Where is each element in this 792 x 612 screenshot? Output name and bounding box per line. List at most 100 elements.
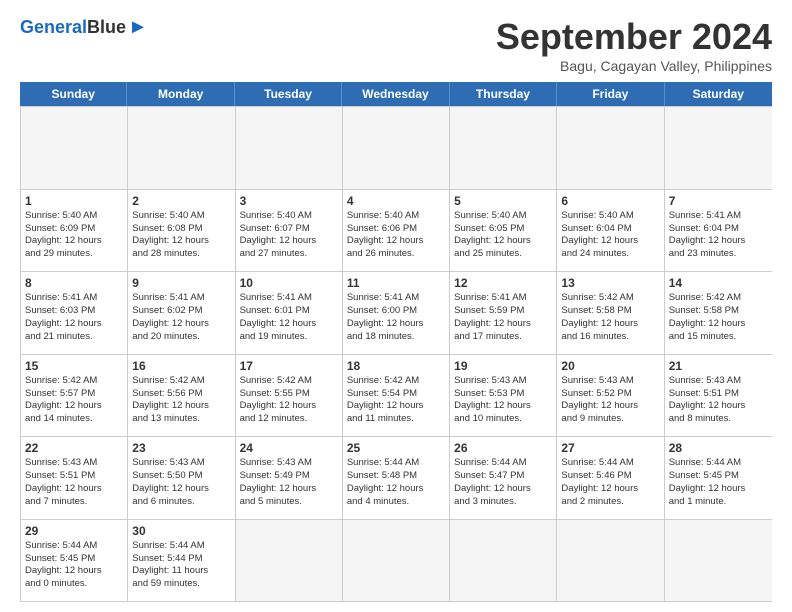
cell-line: Sunset: 5:52 PM: [561, 388, 659, 401]
cell-line: Sunrise: 5:40 AM: [454, 210, 552, 223]
cell-line: Sunset: 6:04 PM: [669, 223, 768, 236]
calendar-cell: 29Sunrise: 5:44 AMSunset: 5:45 PMDayligh…: [21, 520, 128, 602]
calendar-cell: 11Sunrise: 5:41 AMSunset: 6:00 PMDayligh…: [343, 272, 450, 354]
calendar-header-day: Wednesday: [342, 82, 449, 106]
calendar-cell: 28Sunrise: 5:44 AMSunset: 5:45 PMDayligh…: [665, 437, 772, 519]
cell-line: Daylight: 12 hours: [240, 318, 338, 331]
cell-line: and 17 minutes.: [454, 331, 552, 344]
day-number: 5: [454, 193, 552, 209]
cell-line: Sunrise: 5:40 AM: [561, 210, 659, 223]
cell-line: Sunset: 6:04 PM: [561, 223, 659, 236]
cell-line: Sunrise: 5:42 AM: [669, 292, 768, 305]
calendar-header-day: Thursday: [450, 82, 557, 106]
cell-line: Sunset: 5:51 PM: [25, 470, 123, 483]
calendar-header-day: Sunday: [20, 82, 127, 106]
cell-line: and 2 minutes.: [561, 496, 659, 509]
cell-line: and 14 minutes.: [25, 413, 123, 426]
calendar-cell-empty: [450, 520, 557, 602]
cell-line: and 26 minutes.: [347, 248, 445, 261]
cell-line: and 25 minutes.: [454, 248, 552, 261]
day-number: 22: [25, 440, 123, 456]
calendar-header-day: Friday: [557, 82, 664, 106]
cell-line: Daylight: 11 hours: [132, 565, 230, 578]
calendar-cell-empty: [236, 107, 343, 189]
calendar-cell: 3Sunrise: 5:40 AMSunset: 6:07 PMDaylight…: [236, 190, 343, 272]
day-number: 1: [25, 193, 123, 209]
calendar-body: 1Sunrise: 5:40 AMSunset: 6:09 PMDaylight…: [20, 106, 772, 602]
cell-line: and 18 minutes.: [347, 331, 445, 344]
day-number: 19: [454, 358, 552, 374]
cell-line: Sunset: 5:54 PM: [347, 388, 445, 401]
calendar-cell: 5Sunrise: 5:40 AMSunset: 6:05 PMDaylight…: [450, 190, 557, 272]
calendar-row: 8Sunrise: 5:41 AMSunset: 6:03 PMDaylight…: [21, 272, 772, 355]
cell-line: Sunrise: 5:43 AM: [454, 375, 552, 388]
day-number: 14: [669, 275, 768, 291]
day-number: 17: [240, 358, 338, 374]
calendar-header-day: Saturday: [665, 82, 772, 106]
calendar-cell: 9Sunrise: 5:41 AMSunset: 6:02 PMDaylight…: [128, 272, 235, 354]
day-number: 28: [669, 440, 768, 456]
calendar-row: 29Sunrise: 5:44 AMSunset: 5:45 PMDayligh…: [21, 520, 772, 603]
cell-line: and 29 minutes.: [25, 248, 123, 261]
calendar-cell: 18Sunrise: 5:42 AMSunset: 5:54 PMDayligh…: [343, 355, 450, 437]
calendar-cell: 10Sunrise: 5:41 AMSunset: 6:01 PMDayligh…: [236, 272, 343, 354]
cell-line: Sunrise: 5:43 AM: [25, 457, 123, 470]
cell-line: Daylight: 12 hours: [454, 235, 552, 248]
day-number: 24: [240, 440, 338, 456]
cell-line: and 15 minutes.: [669, 331, 768, 344]
location-title: Bagu, Cagayan Valley, Philippines: [496, 58, 772, 74]
day-number: 4: [347, 193, 445, 209]
cell-line: Daylight: 12 hours: [132, 235, 230, 248]
cell-line: and 12 minutes.: [240, 413, 338, 426]
cell-line: Daylight: 12 hours: [561, 483, 659, 496]
cell-line: Sunset: 6:06 PM: [347, 223, 445, 236]
calendar-row: 22Sunrise: 5:43 AMSunset: 5:51 PMDayligh…: [21, 437, 772, 520]
cell-line: Daylight: 12 hours: [25, 400, 123, 413]
calendar-cell: 4Sunrise: 5:40 AMSunset: 6:06 PMDaylight…: [343, 190, 450, 272]
day-number: 9: [132, 275, 230, 291]
cell-line: Sunset: 6:05 PM: [454, 223, 552, 236]
calendar-header-day: Tuesday: [235, 82, 342, 106]
page: GeneralBlue ► September 2024 Bagu, Cagay…: [0, 0, 792, 612]
cell-line: Daylight: 12 hours: [25, 235, 123, 248]
cell-line: Sunset: 5:45 PM: [25, 553, 123, 566]
cell-line: and 5 minutes.: [240, 496, 338, 509]
cell-line: Sunset: 5:53 PM: [454, 388, 552, 401]
calendar-cell: 22Sunrise: 5:43 AMSunset: 5:51 PMDayligh…: [21, 437, 128, 519]
calendar-cell: 17Sunrise: 5:42 AMSunset: 5:55 PMDayligh…: [236, 355, 343, 437]
cell-line: Sunset: 5:47 PM: [454, 470, 552, 483]
calendar-cell-empty: [21, 107, 128, 189]
cell-line: and 28 minutes.: [132, 248, 230, 261]
cell-line: and 9 minutes.: [561, 413, 659, 426]
day-number: 11: [347, 275, 445, 291]
cell-line: Daylight: 12 hours: [132, 318, 230, 331]
cell-line: Daylight: 12 hours: [454, 318, 552, 331]
calendar-header-day: Monday: [127, 82, 234, 106]
calendar-cell-empty: [343, 520, 450, 602]
cell-line: Sunrise: 5:43 AM: [132, 457, 230, 470]
calendar-cell: 15Sunrise: 5:42 AMSunset: 5:57 PMDayligh…: [21, 355, 128, 437]
cell-line: Sunset: 6:08 PM: [132, 223, 230, 236]
calendar-row: 15Sunrise: 5:42 AMSunset: 5:57 PMDayligh…: [21, 355, 772, 438]
cell-line: Sunrise: 5:41 AM: [240, 292, 338, 305]
calendar-cell: 24Sunrise: 5:43 AMSunset: 5:49 PMDayligh…: [236, 437, 343, 519]
cell-line: Daylight: 12 hours: [347, 318, 445, 331]
month-title: September 2024: [496, 16, 772, 58]
cell-line: Sunset: 5:50 PM: [132, 470, 230, 483]
calendar-cell: 12Sunrise: 5:41 AMSunset: 5:59 PMDayligh…: [450, 272, 557, 354]
logo-arrow-icon: ►: [128, 16, 148, 39]
cell-line: Daylight: 12 hours: [669, 235, 768, 248]
cell-line: and 7 minutes.: [25, 496, 123, 509]
day-number: 6: [561, 193, 659, 209]
cell-line: Sunrise: 5:43 AM: [561, 375, 659, 388]
cell-line: Sunset: 6:03 PM: [25, 305, 123, 318]
cell-line: Sunset: 5:49 PM: [240, 470, 338, 483]
cell-line: and 21 minutes.: [25, 331, 123, 344]
cell-line: Sunset: 5:48 PM: [347, 470, 445, 483]
cell-line: Sunrise: 5:44 AM: [561, 457, 659, 470]
calendar-cell-empty: [236, 520, 343, 602]
day-number: 12: [454, 275, 552, 291]
cell-line: Sunrise: 5:42 AM: [347, 375, 445, 388]
calendar-row: 1Sunrise: 5:40 AMSunset: 6:09 PMDaylight…: [21, 190, 772, 273]
cell-line: and 8 minutes.: [669, 413, 768, 426]
